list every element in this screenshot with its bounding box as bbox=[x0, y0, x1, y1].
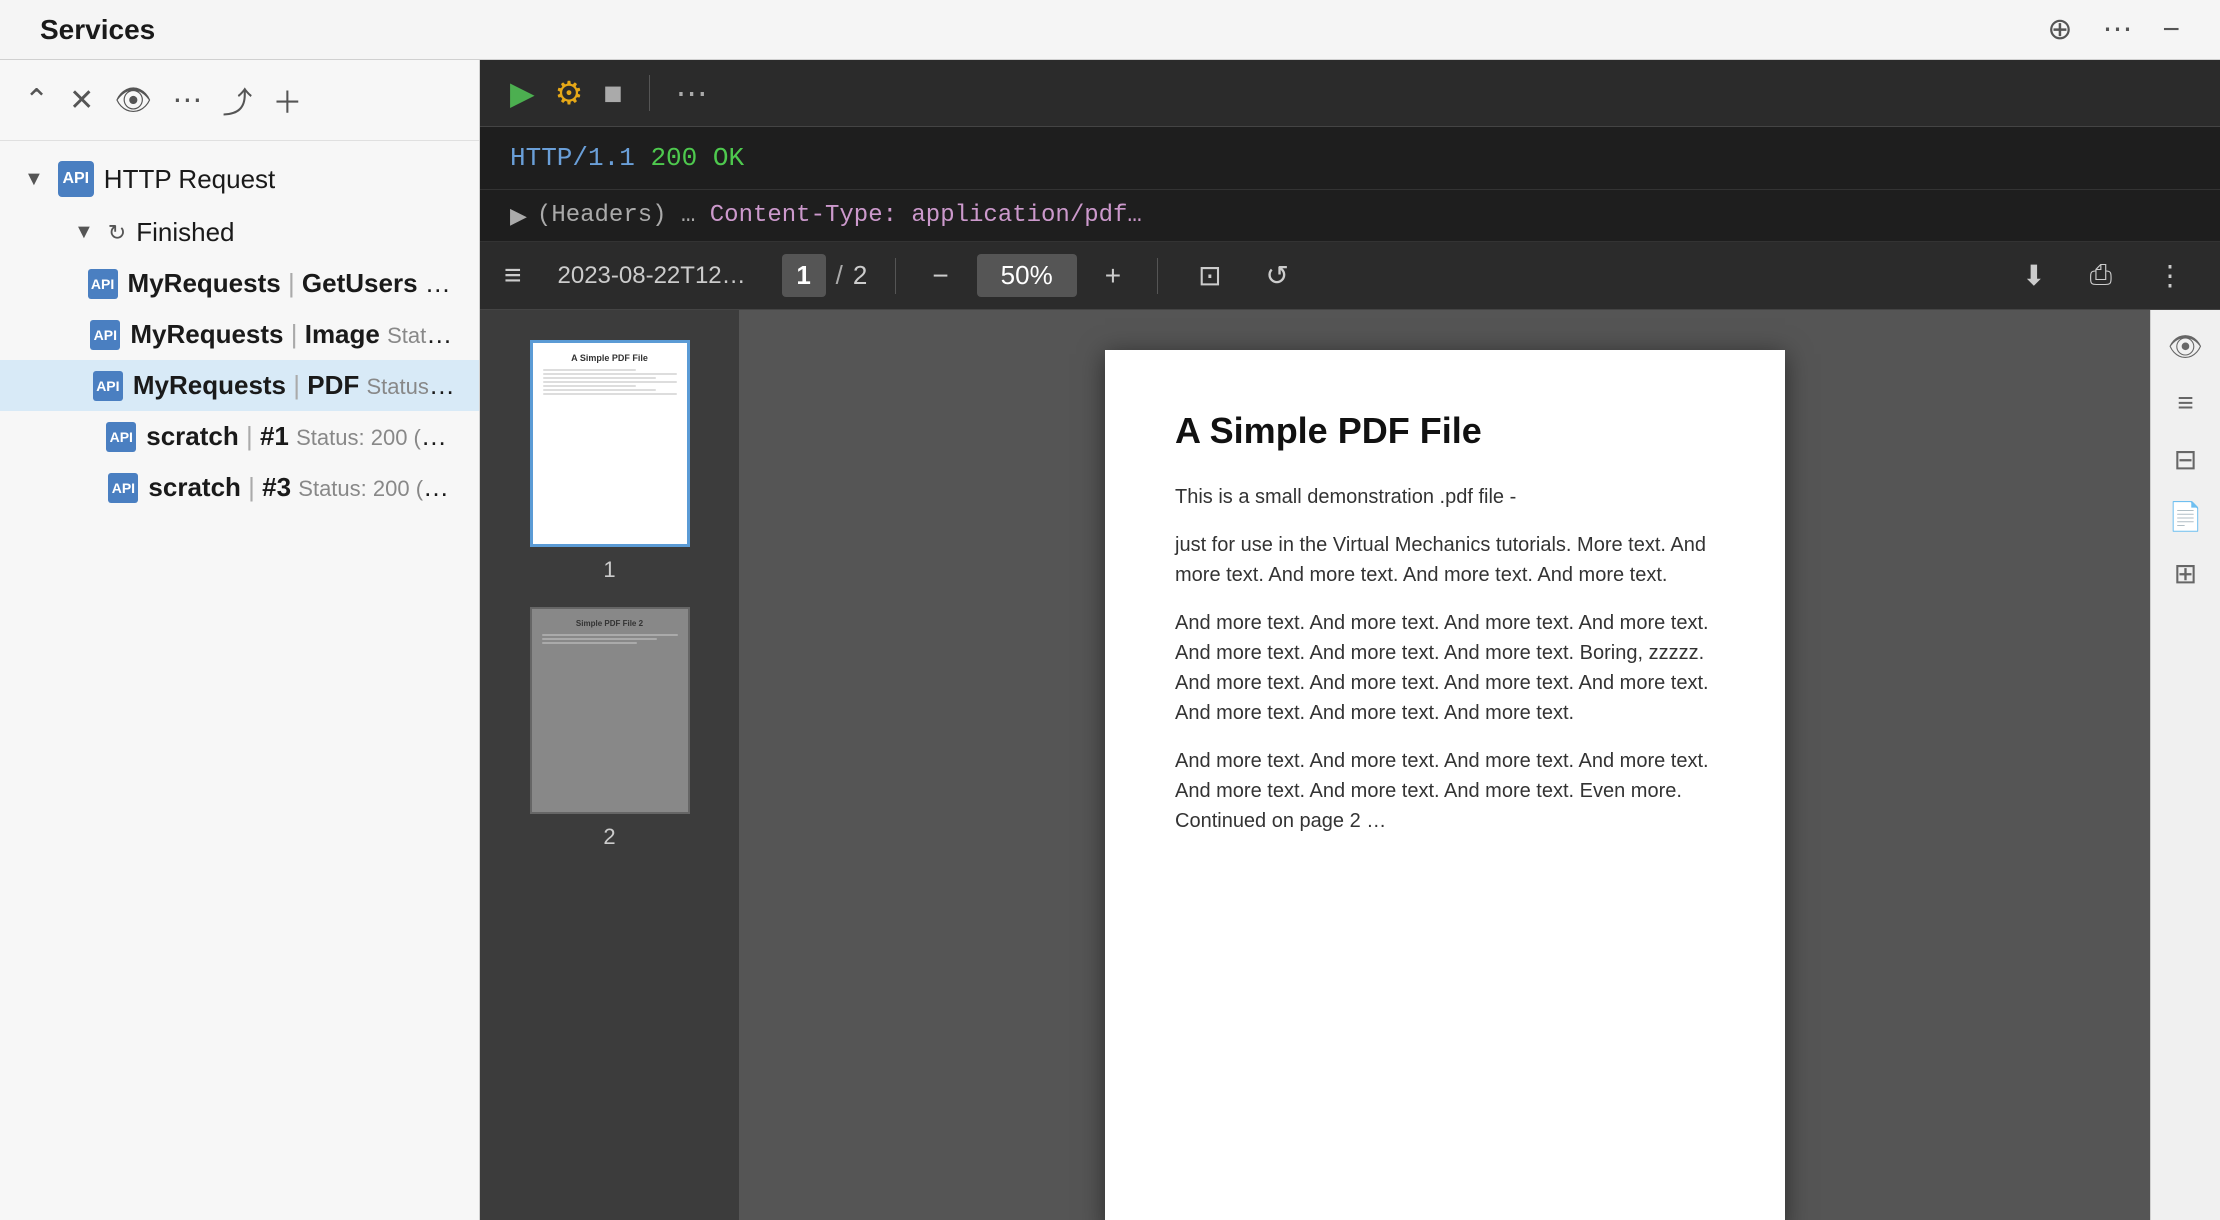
content-type-value: Content-Type: application/pdf… bbox=[710, 202, 1142, 229]
tree-item-finished[interactable]: ▼ ↻ Finished bbox=[0, 207, 479, 258]
tree-area: ▼ API HTTP Request ▼ ↻ Finished API bbox=[0, 141, 479, 1220]
api-badge-pdf: API bbox=[93, 371, 123, 401]
download-button[interactable]: ⬇ bbox=[2010, 255, 2057, 296]
thumb-2-title: Simple PDF File 2 bbox=[576, 619, 643, 628]
app-title: Services bbox=[40, 14, 155, 46]
left-toolbar: ⌃ ✕ 👁 ⋯ ⤴ ＋ bbox=[0, 60, 479, 141]
pdf-more-button[interactable]: ⋮ bbox=[2144, 255, 2196, 296]
pdf-page-view-1: A Simple PDF File This is a small demons… bbox=[1105, 350, 1785, 1220]
scratch3-label: scratch | #3 Status: 200 (8 ms) bbox=[148, 472, 455, 503]
headers-row: ▶ (Headers) … Content-Type: application/… bbox=[480, 190, 2220, 242]
thumb-1-lines bbox=[543, 367, 677, 397]
zoom-out-button[interactable]: − bbox=[924, 256, 956, 296]
finished-label: Finished bbox=[136, 217, 234, 248]
pdf-thumb-page-1: A Simple PDF File bbox=[530, 340, 690, 547]
getusers-label: MyRequests | GetUsers Status: 200 (39 ms… bbox=[128, 268, 455, 299]
zoom-in-button[interactable]: + bbox=[1097, 256, 1129, 296]
thumb-1-title: A Simple PDF File bbox=[571, 353, 648, 363]
pdf-separator-2 bbox=[1157, 258, 1158, 294]
tree-item-pdf[interactable]: API MyRequests | PDF Status: 200 (795 ms… bbox=[0, 360, 479, 411]
title-bar-actions: ⊕ ⋯ − bbox=[2047, 12, 2180, 47]
api-badge-image: API bbox=[90, 320, 120, 350]
close-icon[interactable]: ✕ bbox=[69, 83, 94, 118]
right-sidebar: 👁 ≡ ⊟ 📄 ⊞ bbox=[2150, 310, 2220, 1220]
left-panel: ⌃ ✕ 👁 ⋯ ⤴ ＋ ▼ API HTTP Request ▼ ↻ Fini bbox=[0, 60, 480, 1220]
rs-eye-icon[interactable]: 👁 bbox=[2168, 330, 2204, 363]
thumb-2-lines bbox=[542, 632, 678, 646]
filter-icon[interactable]: ⋯ bbox=[172, 83, 202, 118]
plus-circle-icon[interactable]: ⊕ bbox=[2047, 12, 2072, 47]
pdf-main-viewer: A Simple PDF File This is a small demons… bbox=[740, 310, 2150, 1220]
title-bar: Services ⊕ ⋯ − bbox=[0, 0, 2220, 60]
debug-button[interactable]: ⚙ bbox=[555, 74, 584, 112]
current-page-box[interactable]: 1 bbox=[782, 254, 826, 297]
chevron-down-icon: ▼ bbox=[24, 168, 44, 191]
right-panel: ▶ ⚙ ■ ⋯ HTTP/1.1 200 OK ▶ (Headers) … Co… bbox=[480, 60, 2220, 1220]
scratch1-label: scratch | #1 Status: 200 (10 ms) bbox=[146, 421, 455, 452]
pdf-thumb-1[interactable]: A Simple PDF File 1 bbox=[530, 340, 690, 583]
minimize-icon[interactable]: − bbox=[2162, 13, 2180, 47]
rs-search-icon[interactable]: ⊞ bbox=[2174, 557, 2197, 590]
pdf-content-area: A Simple PDF File 1 bbox=[480, 310, 2220, 1220]
rs-doc-icon[interactable]: 📄 bbox=[2168, 500, 2203, 533]
chevron-up-icon[interactable]: ⌃ bbox=[24, 83, 49, 118]
headers-text: (Headers) … Content-Type: application/pd… bbox=[537, 202, 1142, 229]
run-button[interactable]: ▶ bbox=[510, 74, 535, 112]
total-pages: 2 bbox=[853, 260, 867, 291]
stop-button[interactable]: ■ bbox=[603, 75, 622, 112]
more-button[interactable]: ⋯ bbox=[676, 74, 708, 112]
api-badge-getusers: API bbox=[88, 269, 118, 299]
headers-label: (Headers) … bbox=[537, 202, 695, 229]
thumb-2-num: 2 bbox=[603, 824, 615, 850]
refresh-icon: ↻ bbox=[108, 220, 126, 246]
rotate-button[interactable]: ↺ bbox=[1254, 255, 1301, 296]
pdf-thumbnails: A Simple PDF File 1 bbox=[480, 310, 740, 1220]
more-icon[interactable]: ⋯ bbox=[2102, 12, 2132, 47]
print-button[interactable]: ⎙ bbox=[2078, 255, 2124, 296]
main-layout: ⌃ ✕ 👁 ⋯ ⤴ ＋ ▼ API HTTP Request ▼ ↻ Fini bbox=[0, 60, 2220, 1220]
pdf-toolbar: ≡ 2023-08-22T12… 1 / 2 − + ⊡ ↺ ⬇ ⎙ ⋮ bbox=[480, 242, 2220, 310]
export-icon[interactable]: ⤴ bbox=[222, 78, 252, 122]
pdf-para-3: And more text. And more text. And more t… bbox=[1175, 608, 1715, 728]
http-status-line: HTTP/1.1 200 OK bbox=[510, 143, 2190, 173]
tree-item-scratch1[interactable]: API scratch | #1 Status: 200 (10 ms) bbox=[0, 411, 479, 462]
image-label: MyRequests | Image Status: 200 (244 ms) bbox=[130, 319, 455, 350]
thumb-1-num: 1 bbox=[603, 557, 615, 583]
zoom-level-input[interactable] bbox=[977, 254, 1077, 297]
api-icon: API bbox=[58, 161, 94, 197]
pdf-label: MyRequests | PDF Status: 200 (795 ms) bbox=[133, 370, 455, 401]
rs-list-icon[interactable]: ≡ bbox=[2177, 387, 2193, 419]
api-badge-scratch1: API bbox=[106, 422, 136, 452]
pdf-thumb-2[interactable]: Simple PDF File 2 2 bbox=[530, 607, 690, 850]
eye-icon[interactable]: 👁 bbox=[114, 83, 152, 118]
rs-list-right-icon[interactable]: ⊟ bbox=[2174, 443, 2197, 476]
request-toolbar: ▶ ⚙ ■ ⋯ bbox=[480, 60, 2220, 127]
tree-item-http-request[interactable]: ▼ API HTTP Request bbox=[0, 151, 479, 207]
pdf-para-4: And more text. And more text. And more t… bbox=[1175, 746, 1715, 836]
pdf-viewer-container: ≡ 2023-08-22T12… 1 / 2 − + ⊡ ↺ ⬇ ⎙ ⋮ bbox=[480, 242, 2220, 1220]
page-separator: / bbox=[836, 260, 843, 291]
pdf-para-2: just for use in the Virtual Mechanics tu… bbox=[1175, 530, 1715, 590]
api-badge-scratch3: API bbox=[108, 473, 138, 503]
tree-item-getusers[interactable]: API MyRequests | GetUsers Status: 200 (3… bbox=[0, 258, 479, 309]
pdf-para-1: This is a small demonstration .pdf file … bbox=[1175, 482, 1715, 512]
pdf-doc-title: A Simple PDF File bbox=[1175, 410, 1715, 452]
http-code: 200 OK bbox=[650, 143, 744, 173]
headers-chevron-icon[interactable]: ▶ bbox=[510, 203, 527, 229]
http-version: HTTP/1.1 bbox=[510, 143, 650, 173]
http-status-bar: HTTP/1.1 200 OK bbox=[480, 127, 2220, 190]
pdf-title: 2023-08-22T12… bbox=[558, 262, 746, 290]
pdf-menu-icon[interactable]: ≡ bbox=[504, 259, 522, 293]
tree-item-image[interactable]: API MyRequests | Image Status: 200 (244 … bbox=[0, 309, 479, 360]
pdf-thumb-page-2: Simple PDF File 2 bbox=[530, 607, 690, 814]
pdf-separator-1 bbox=[895, 258, 896, 294]
tree-item-scratch3[interactable]: API scratch | #3 Status: 200 (8 ms) bbox=[0, 462, 479, 513]
fit-page-button[interactable]: ⊡ bbox=[1186, 255, 1233, 296]
chevron-down-icon-2: ▼ bbox=[74, 221, 94, 244]
toolbar-separator bbox=[649, 75, 650, 111]
pdf-page-controls: 1 / 2 bbox=[782, 254, 868, 297]
add-icon[interactable]: ＋ bbox=[272, 78, 302, 122]
http-request-label: HTTP Request bbox=[104, 164, 275, 195]
